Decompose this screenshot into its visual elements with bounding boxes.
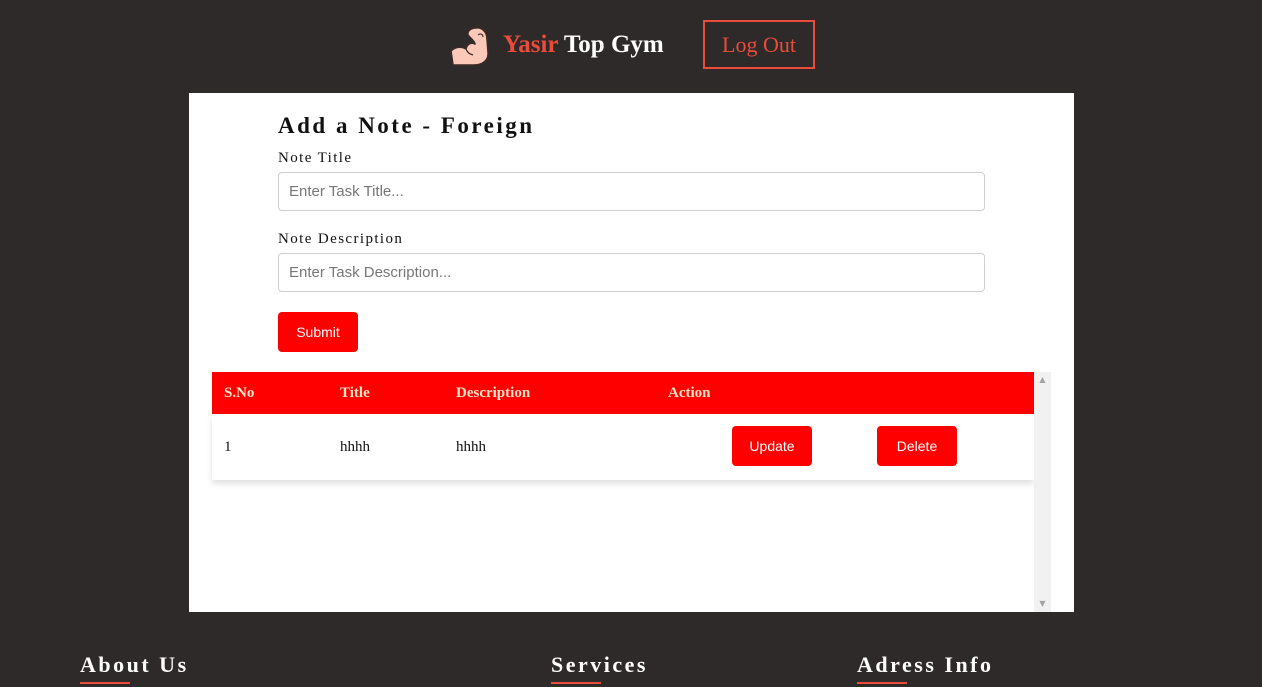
scroll-up-arrow-icon[interactable]: ▲	[1034, 372, 1051, 388]
services-underline	[551, 682, 601, 684]
cell-title: hhhh	[340, 439, 370, 455]
column-header-description: Description	[456, 385, 531, 401]
cell-description: hhhh	[456, 439, 486, 455]
column-header-action: Action	[668, 385, 711, 401]
note-description-input[interactable]	[278, 253, 985, 292]
brand-second-word: Top Gym	[563, 31, 664, 58]
footer-address-heading: Adress Info	[857, 652, 994, 677]
note-title-label: Note Title	[278, 150, 353, 166]
column-header-title: Title	[340, 385, 370, 401]
form-title: Add a Note - Foreign	[278, 113, 535, 138]
table-scrollbar[interactable]: ▲ ▼	[1034, 372, 1051, 612]
flexed-biceps-icon	[450, 27, 489, 66]
footer-about-heading: About Us	[80, 652, 189, 677]
note-description-label: Note Description	[278, 231, 404, 247]
top-header: Yasir Top Gym Log Out	[0, 0, 1262, 93]
logout-button[interactable]: Log Out	[703, 20, 815, 69]
update-button[interactable]: Update	[732, 426, 812, 466]
delete-button[interactable]: Delete	[877, 426, 957, 466]
note-title-input[interactable]	[278, 172, 985, 211]
notes-table: S.No Title Description Action 1 hhhh hhh…	[212, 372, 1051, 612]
footer-services-heading: Services	[551, 652, 648, 677]
table-row: 1 hhhh hhhh Update Delete	[212, 414, 1034, 480]
scroll-down-arrow-icon[interactable]: ▼	[1034, 596, 1051, 612]
about-underline	[80, 682, 130, 684]
submit-button[interactable]: Submit	[278, 312, 358, 352]
table-header: S.No Title Description Action	[212, 372, 1034, 414]
brand-first-word: Yasir	[503, 31, 559, 58]
column-header-sno: S.No	[224, 385, 255, 401]
cell-sno: 1	[224, 439, 232, 455]
brand-name[interactable]: Yasir Top Gym	[503, 31, 664, 59]
notes-panel: Add a Note - Foreign Note Title Note Des…	[189, 93, 1074, 612]
address-underline	[857, 682, 907, 684]
